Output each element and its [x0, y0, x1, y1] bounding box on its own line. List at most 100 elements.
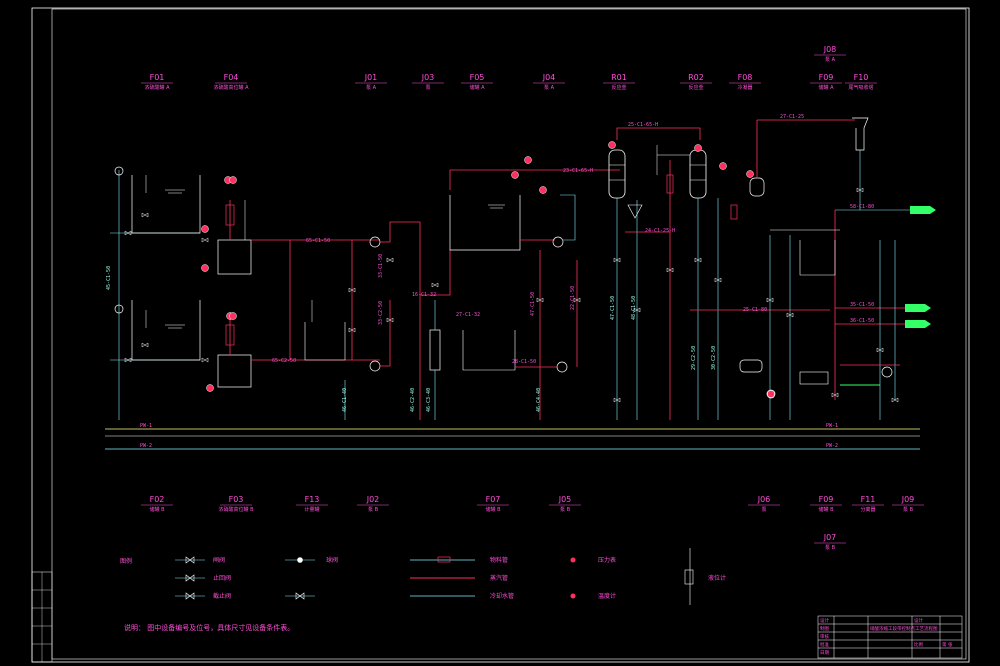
equipment-desc: 泵 — [761, 507, 766, 513]
equipment-tag: J05 — [558, 495, 572, 504]
header-label-3: PW-1 — [826, 423, 838, 429]
equipment-tag: F09 — [819, 73, 834, 82]
equipment-desc: 泵 B — [368, 507, 379, 513]
instrument-icon — [694, 144, 702, 152]
svg-text:29-C2-50: 29-C2-50 — [691, 346, 697, 370]
equipment-desc: 反应釜 — [611, 84, 626, 91]
header-label-2: PW-2 — [140, 443, 152, 449]
equipment-tag: F02 — [150, 495, 165, 504]
svg-text:24-C1-25-H: 24-C1-25-H — [645, 228, 675, 234]
equipment-tag: F10 — [854, 73, 869, 82]
svg-text:65-C2-50: 65-C2-50 — [272, 358, 296, 364]
equipment-tag: J04 — [542, 73, 556, 82]
equipment-tag: F11 — [861, 495, 876, 504]
svg-text:25-C1-65-H: 25-C1-65-H — [628, 122, 658, 128]
equipment-desc: 储罐 A — [469, 84, 485, 91]
equipment-desc: 计量罐 — [304, 506, 319, 513]
equipment-tag: J03 — [421, 73, 435, 82]
process-flow-diagram: F01 浓硫酸罐 A F04 浓硫酸高位罐 A J01 泵 A J03 泵 F05 储罐 A J04… — [3, 3, 997, 663]
svg-text:33-C1-50: 33-C1-50 — [378, 254, 384, 278]
instrument-icon — [719, 162, 727, 170]
equipment-desc: 冷凝器 — [737, 84, 752, 91]
svg-text:23-C1-65-H: 23-C1-65-H — [563, 168, 593, 174]
instrument-icon — [201, 225, 209, 233]
equipment-tag: F13 — [305, 495, 320, 504]
equipment-tag: J07 — [823, 533, 837, 542]
legend-item-2: 截止阀 — [213, 592, 231, 600]
instrument-icon — [201, 264, 209, 272]
svg-text:46-C4-40: 46-C4-40 — [536, 388, 542, 412]
instrument-icon — [206, 384, 214, 392]
svg-text:日期: 日期 — [820, 650, 829, 656]
svg-text:27-C1-25: 27-C1-25 — [780, 114, 804, 120]
svg-text:审核: 审核 — [820, 633, 829, 640]
legend-item-9: 液位计 — [708, 574, 726, 582]
equipment-tag: F04 — [224, 73, 239, 82]
equipment-desc: 泵 B — [825, 545, 836, 551]
equipment-desc: 浓硫酸高位罐 A — [213, 84, 249, 91]
equipment-tag: F09 — [819, 495, 834, 504]
equipment-tag: J02 — [366, 495, 380, 504]
svg-text:35-C1-50: 35-C1-50 — [850, 302, 874, 308]
instrument-icon — [229, 176, 237, 184]
drawing-name: 硝酸浓缩工段带控制点工艺流程图 — [870, 625, 938, 632]
svg-text:比例: 比例 — [914, 641, 923, 648]
svg-text:设计: 设计 — [820, 617, 829, 624]
equipment-tag: J08 — [823, 45, 837, 54]
instrument-icon — [511, 171, 519, 179]
drawing-note: 说明： 图中设备编号及位号，具体尺寸见设备条件表。 — [124, 623, 294, 632]
legend-item-4: 物料管 — [490, 556, 508, 564]
legend-item-8: 温度计 — [598, 592, 616, 600]
equipment-tag: R02 — [688, 73, 704, 82]
instrument-icon — [608, 141, 616, 149]
equipment-tag: F01 — [150, 73, 165, 82]
svg-text:22-C1-50: 22-C1-50 — [570, 286, 576, 310]
equipment-desc: 储罐 B — [485, 506, 501, 513]
instrument-icon — [539, 186, 547, 194]
svg-text:制图: 制图 — [820, 625, 829, 632]
svg-text:批准: 批准 — [820, 641, 829, 648]
svg-text:30-C2-50: 30-C2-50 — [711, 346, 717, 370]
equipment-desc: 浓硝酸高位罐 B — [218, 506, 254, 513]
legend-item-0: 闸阀 — [213, 556, 225, 564]
header-label-1: PW-1 — [140, 423, 152, 429]
svg-text:第 张: 第 张 — [942, 641, 953, 648]
legend-title: 图例 — [120, 557, 132, 565]
equipment-tag: F03 — [229, 495, 244, 504]
equipment-desc: 泵 A — [366, 85, 377, 91]
svg-text:28-C1-50: 28-C1-50 — [512, 359, 536, 365]
equipment-desc: 泵 B — [903, 507, 914, 513]
equipment-tag: J09 — [901, 495, 915, 504]
legend-item-6: 冷却水管 — [490, 592, 514, 600]
svg-text:46-C2-40: 46-C2-40 — [410, 388, 416, 412]
equipment-desc: 储罐 B — [149, 506, 165, 513]
equipment-desc: 泵 B — [560, 507, 571, 513]
svg-text:46-C3-40: 46-C3-40 — [426, 388, 432, 412]
equipment-tag: R01 — [611, 73, 627, 82]
instrument-icon — [746, 170, 754, 178]
instrument-icon — [524, 156, 532, 164]
equipment-desc: 泵 A — [544, 85, 555, 91]
equipment-tag: F05 — [470, 73, 485, 82]
svg-text:36-C1-50: 36-C1-50 — [850, 318, 874, 324]
equipment-desc: 尾气吸收塔 — [848, 84, 873, 91]
svg-text:33-C2-50: 33-C2-50 — [378, 301, 384, 325]
instrument-icon — [767, 390, 775, 398]
equipment-tag: J06 — [757, 495, 771, 504]
equipment-tag: F07 — [486, 495, 501, 504]
svg-text:25-C1-80: 25-C1-80 — [743, 307, 767, 313]
legend-item-3: 球阀 — [326, 556, 338, 564]
svg-text:47-C1-50: 47-C1-50 — [610, 296, 616, 320]
svg-text:48-C1-50: 48-C1-50 — [631, 296, 637, 320]
legend-item-1: 止回阀 — [213, 574, 231, 582]
svg-text:16-C1-32: 16-C1-32 — [412, 292, 436, 298]
equipment-desc: 反应釜 — [688, 84, 703, 91]
equipment-tag: J01 — [364, 73, 378, 82]
equipment-desc: 储罐 B — [818, 506, 834, 513]
equipment-desc: 泵 — [425, 85, 430, 91]
equipment-desc: 泵 A — [825, 57, 836, 63]
svg-text:设计: 设计 — [914, 617, 923, 624]
legend-item-7: 压力表 — [598, 556, 616, 564]
svg-text:45-C1-50: 45-C1-50 — [106, 266, 112, 290]
svg-text:47-C1-50: 47-C1-50 — [530, 292, 536, 316]
